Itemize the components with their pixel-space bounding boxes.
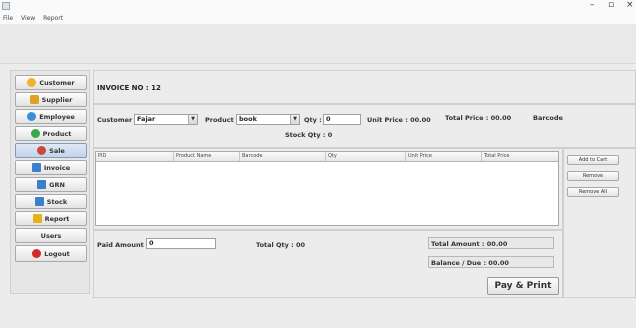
menu-file[interactable]: File <box>0 14 16 23</box>
supplier-icon <box>29 95 39 104</box>
maximize-button[interactable]: ▫ <box>608 0 614 10</box>
sidebar-item-label: Logout <box>44 249 70 258</box>
qty-label: Qty : <box>304 116 322 124</box>
menu-view[interactable]: View <box>18 14 38 23</box>
paid-amount-input[interactable]: 0 <box>146 238 216 249</box>
product-value: book <box>239 115 257 123</box>
sidebar-item-customer[interactable]: Customer <box>15 75 87 90</box>
sidebar-item-report[interactable]: Report <box>15 211 87 226</box>
invoice-icon <box>31 163 41 172</box>
column-header[interactable]: Total Price <box>482 152 558 161</box>
remove-button[interactable]: Remove <box>567 171 619 181</box>
column-header[interactable]: PID <box>96 152 174 161</box>
employee-icon <box>27 112 37 121</box>
chevron-down-icon: ▼ <box>290 115 299 124</box>
sidebar-item-label: Employee <box>39 112 75 121</box>
total-price-label: Total Price : 00.00 <box>445 114 512 122</box>
sidebar-item-label: Stock <box>46 197 68 206</box>
product-label: Product : <box>205 116 239 124</box>
menu-report[interactable]: Report <box>40 14 66 23</box>
column-header[interactable]: Barcode <box>240 152 326 161</box>
minimize-button[interactable]: – <box>590 0 595 10</box>
chevron-down-icon: ▼ <box>188 115 197 124</box>
add-to-cart-button[interactable]: Add to Cart <box>567 155 619 165</box>
column-header[interactable]: Product Name <box>174 152 240 161</box>
total-qty-label: Total Qty : 00 <box>256 241 306 249</box>
sale-icon <box>37 146 47 155</box>
sidebar-item-users[interactable]: Users <box>15 228 87 243</box>
product-icon <box>30 129 40 138</box>
sidebar-item-label: Sale <box>49 146 65 155</box>
invoice-panel <box>93 70 636 104</box>
paid-amount-label: Paid Amount : <box>97 241 149 249</box>
remove-all-button[interactable]: Remove All <box>567 187 619 197</box>
sidebar-item-label: GRN <box>49 180 65 189</box>
sidebar-item-label: Users <box>40 231 62 240</box>
customer-icon <box>27 78 37 87</box>
stock-icon <box>34 197 44 206</box>
column-header[interactable]: Qty <box>326 152 406 161</box>
sidebar-item-label: Report <box>44 214 70 223</box>
sidebar: Customer Supplier Employee Product Sale … <box>10 70 90 294</box>
close-button[interactable]: × <box>626 0 634 10</box>
sidebar-item-stock[interactable]: Stock <box>15 194 87 209</box>
invoice-number: INVOICE NO : 12 <box>97 84 161 92</box>
title-bar: – ▫ × <box>0 0 636 14</box>
logout-icon <box>32 249 42 258</box>
total-amount-label: Total Amount : 00.00 <box>431 240 508 248</box>
sidebar-item-sale[interactable]: Sale <box>15 143 87 158</box>
app-icon <box>2 2 10 10</box>
barcode-label: Barcode <box>533 114 563 122</box>
pay-print-button[interactable]: Pay & Print <box>487 277 559 295</box>
sidebar-item-label: Product <box>42 129 72 138</box>
sidebar-item-logout[interactable]: Logout <box>15 245 87 262</box>
customer-select[interactable]: Fajar ▼ <box>134 114 198 125</box>
table-header: PID Product Name Barcode Qty Unit Price … <box>96 152 558 162</box>
customer-value: Fajar <box>137 115 156 123</box>
sidebar-item-label: Invoice <box>43 163 71 172</box>
column-header[interactable]: Unit Price <box>406 152 482 161</box>
balance-label: Balance / Due : 00.00 <box>431 259 509 267</box>
cart-table[interactable]: PID Product Name Barcode Qty Unit Price … <box>95 151 559 226</box>
sidebar-item-label: Supplier <box>41 95 73 104</box>
report-icon <box>32 214 42 223</box>
sidebar-item-supplier[interactable]: Supplier <box>15 92 87 107</box>
sidebar-item-label: Customer <box>39 78 75 87</box>
product-select[interactable]: book ▼ <box>236 114 300 125</box>
unit-price-label: Unit Price : 00.00 <box>367 116 431 124</box>
stock-qty-label: Stock Qty : 0 <box>285 131 333 139</box>
sidebar-item-invoice[interactable]: Invoice <box>15 160 87 175</box>
customer-label: Customer : <box>97 116 138 124</box>
grn-icon <box>37 180 47 189</box>
sidebar-item-product[interactable]: Product <box>15 126 87 141</box>
entry-panel <box>93 104 636 148</box>
qty-input[interactable]: 0 <box>323 114 361 125</box>
sidebar-item-employee[interactable]: Employee <box>15 109 87 124</box>
menu-bar: File View Report <box>0 14 636 24</box>
header-area <box>0 24 636 64</box>
sidebar-item-grn[interactable]: GRN <box>15 177 87 192</box>
